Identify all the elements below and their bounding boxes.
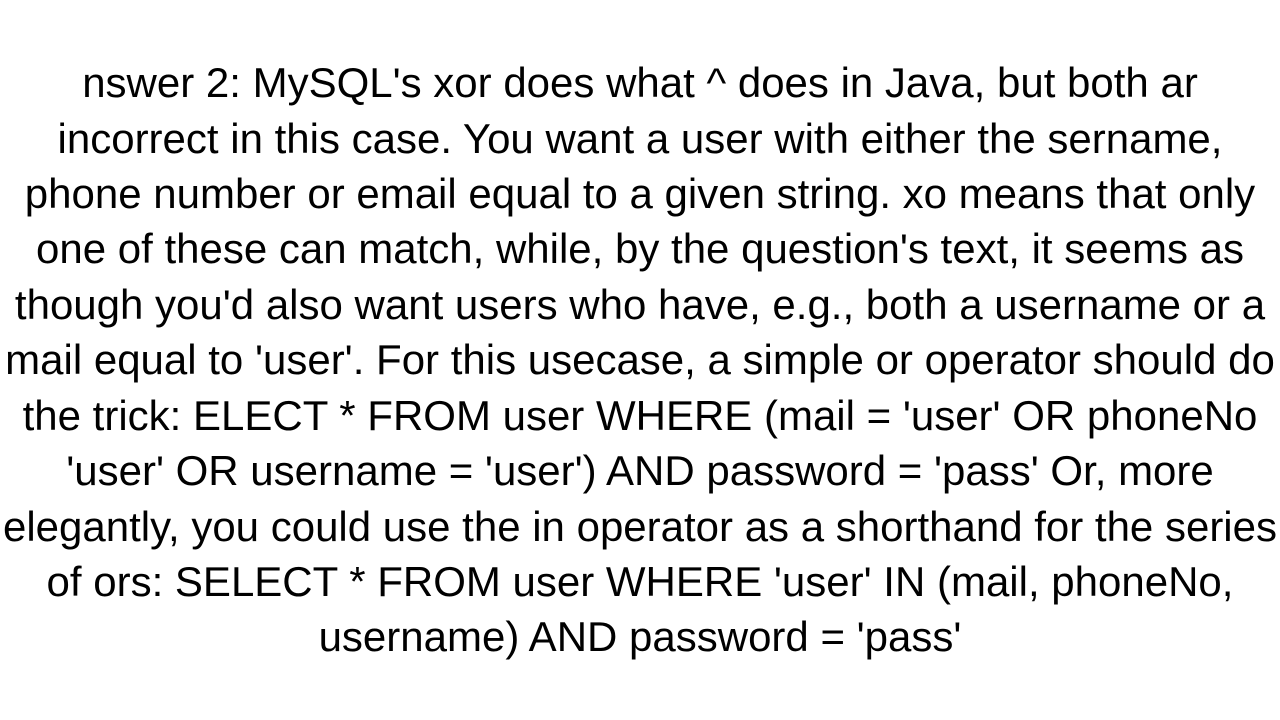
answer-body: nswer 2: MySQL's xor does what ^ does in… (0, 55, 1280, 665)
answer-text-block: nswer 2: MySQL's xor does what ^ does in… (0, 55, 1280, 665)
answer-label: nswer 2: (82, 59, 252, 106)
answer-paragraph: MySQL's xor does what ^ does in Java, bu… (3, 59, 1277, 660)
